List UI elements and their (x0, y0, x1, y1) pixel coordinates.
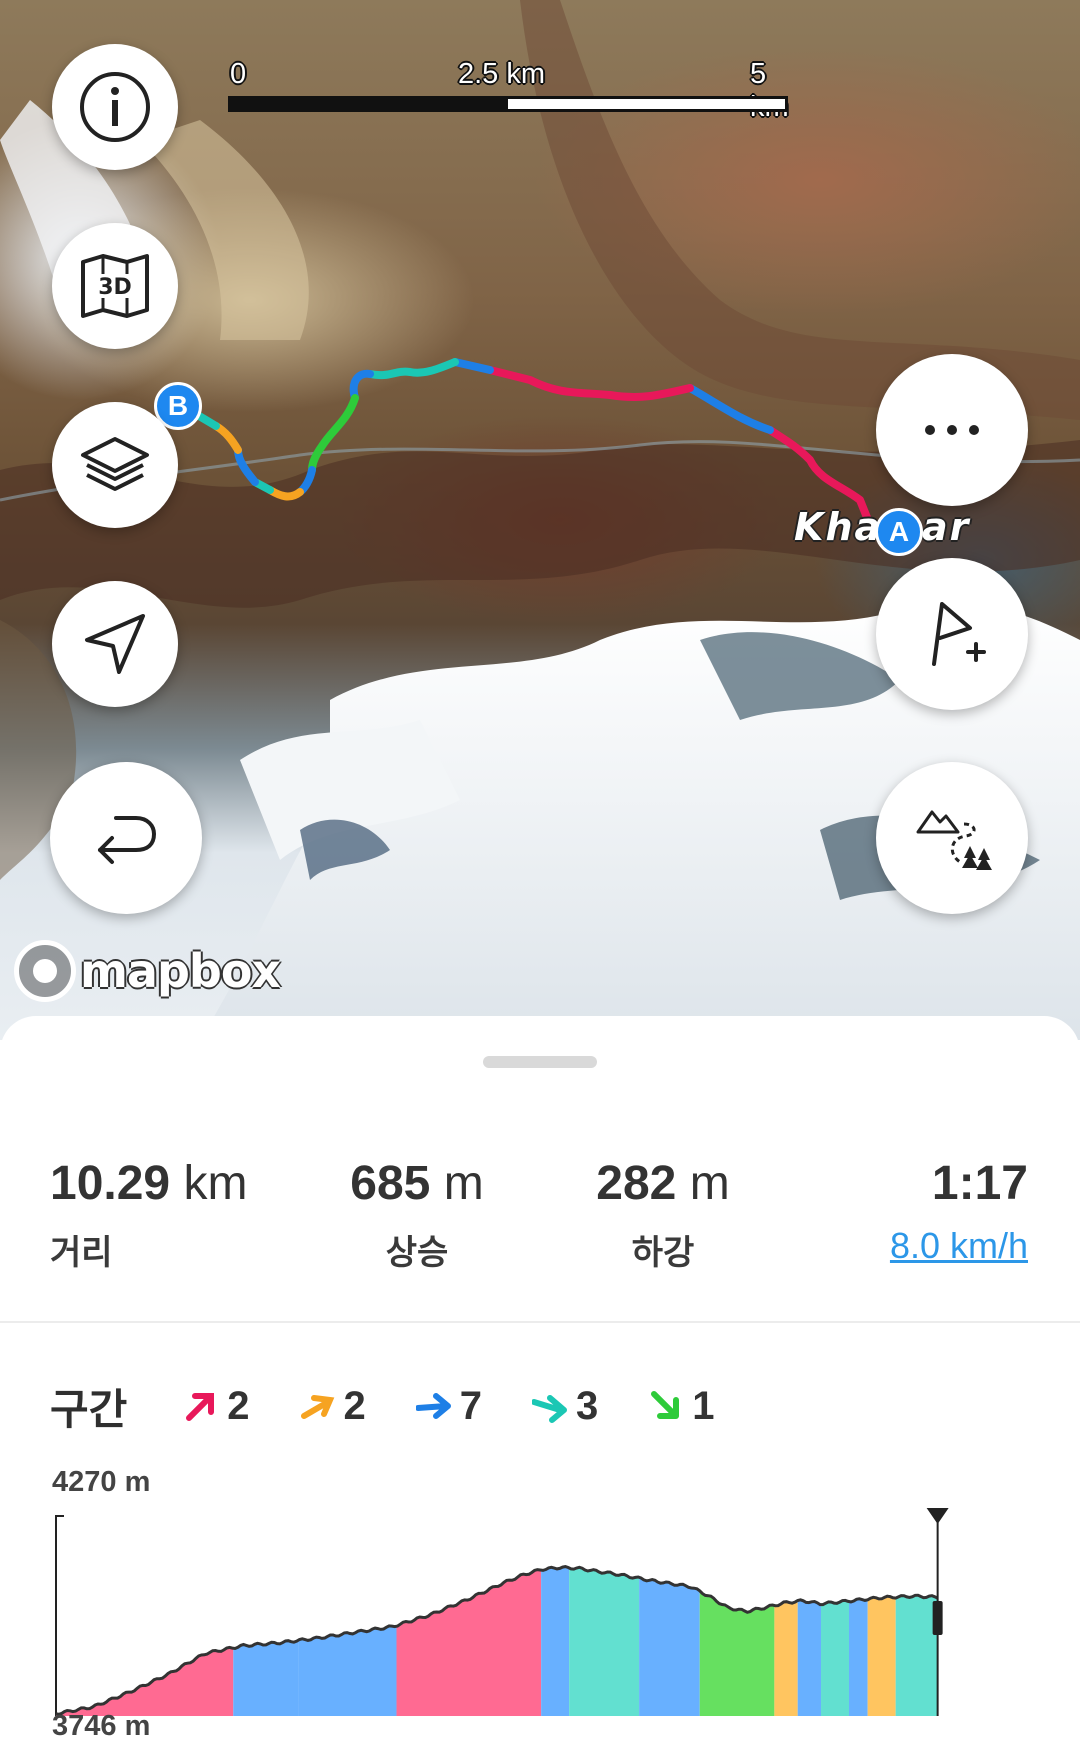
svg-text:3D: 3D (98, 275, 132, 300)
layers-icon (81, 437, 149, 491)
terrain-trails-button[interactable] (876, 762, 1028, 914)
info-icon (80, 72, 150, 142)
ascent-value: 685 (350, 1157, 431, 1210)
add-flag-icon (932, 602, 986, 666)
more-options-button[interactable] (876, 354, 1028, 506)
app-root: 0 2.5 km 5 km Kha sar A B 3D (0, 0, 1080, 1762)
duration-stat: 1:17 8.0 km/h (800, 1156, 1028, 1267)
reverse-route-button[interactable] (50, 762, 202, 914)
reverse-route-icon (98, 816, 157, 864)
mapbox-attribution[interactable]: mapbox (14, 940, 281, 1002)
section-divider (0, 1321, 1080, 1323)
cursor-drag-handle[interactable] (932, 1601, 943, 1635)
duration-value: 1:17 (931, 1157, 1028, 1210)
scale-label-zero: 0 (230, 58, 247, 90)
info-button[interactable] (52, 44, 178, 170)
speed-link[interactable]: 8.0 km/h (800, 1225, 1028, 1267)
arrow-up-right-icon (186, 1393, 215, 1421)
segment-steep-up[interactable]: 2 (183, 1383, 250, 1429)
segment-down[interactable]: 3 (532, 1384, 598, 1429)
route-details-sheet: 10.29 km 거리 685 m 상승 282 m 하강 1:17 8.0 k… (0, 1016, 1080, 1762)
scale-label-end: 5 km (750, 58, 789, 123)
sheet-drag-handle[interactable] (483, 1056, 597, 1068)
elevation-segment-band (56, 1647, 234, 1716)
arrow-up-right-slight-icon (300, 1395, 334, 1419)
segment-count: 7 (459, 1383, 483, 1428)
terrain-trail-icon (916, 810, 992, 870)
descent-value: 282 (596, 1157, 677, 1210)
distance-stat: 10.29 km 거리 (50, 1156, 247, 1274)
distance-unit: km (183, 1157, 248, 1210)
elevation-segment-band (797, 1600, 822, 1716)
elevation-segment-band (867, 1596, 896, 1716)
segment-steep-down[interactable]: 1 (648, 1383, 715, 1429)
elevation-segment-band (569, 1567, 640, 1716)
elevation-segment-band (233, 1640, 299, 1716)
elevation-segment-band (639, 1578, 700, 1716)
descent-unit: m (689, 1157, 730, 1210)
3d-view-button[interactable]: 3D (52, 223, 178, 349)
mapbox-wordmark: mapbox (80, 944, 281, 998)
segments-title: 구간 (50, 1385, 128, 1433)
arrow-down-right-slight-icon (532, 1395, 568, 1423)
arrow-right-icon (415, 1393, 451, 1419)
descent-stat: 282 m 하강 (588, 1156, 738, 1274)
elevation-segment-band (821, 1600, 850, 1716)
segment-count: 3 (576, 1383, 599, 1428)
navigation-arrow-icon (85, 614, 145, 674)
map-scale-bar: 0 2.5 km 5 km (228, 58, 789, 123)
segment-count: 1 (692, 1383, 715, 1428)
map-view[interactable]: 0 2.5 km 5 km Kha sar A B 3D (0, 0, 1080, 1040)
segment-flat[interactable]: 7 (415, 1383, 483, 1429)
ascent-unit: m (443, 1157, 484, 1210)
add-waypoint-button[interactable] (876, 558, 1028, 710)
segment-count: 2 (343, 1383, 366, 1428)
more-dots-icon (925, 425, 979, 435)
ascent-stat: 685 m 상승 (342, 1156, 492, 1274)
distance-label: 거리 (50, 1234, 113, 1272)
segment-up[interactable]: 2 (300, 1384, 366, 1429)
route-start-marker[interactable]: A (875, 508, 923, 556)
scale-bar-graphic (228, 96, 788, 112)
elevation-segment-band (774, 1601, 798, 1716)
scale-label-mid: 2.5 km (458, 58, 546, 90)
mapbox-logo-icon (14, 940, 76, 1002)
elevation-segment-band (849, 1599, 868, 1716)
cursor-triangle-icon[interactable] (926, 1508, 949, 1524)
elevation-segment-band (541, 1567, 570, 1716)
elevation-max-label: 4270 m (52, 1466, 151, 1498)
map-layers-button[interactable] (52, 402, 178, 528)
chart-y-axis (55, 1515, 64, 1716)
3d-map-icon: 3D (81, 254, 149, 318)
descent-label: 하강 (631, 1234, 695, 1272)
ascent-label: 상승 (385, 1234, 449, 1272)
distance-value: 10.29 (50, 1157, 171, 1210)
segment-summary: 구간 2 2 7 3 1 (50, 1376, 765, 1436)
segment-count: 2 (227, 1383, 250, 1428)
locate-me-button[interactable] (52, 581, 178, 707)
elevation-min-label: 3746 m (52, 1710, 151, 1742)
elevation-profile-chart[interactable] (50, 1504, 1030, 1730)
elevation-segment-band (396, 1569, 542, 1716)
arrow-down-right-icon (651, 1391, 680, 1419)
elevation-segment-band (895, 1596, 938, 1716)
